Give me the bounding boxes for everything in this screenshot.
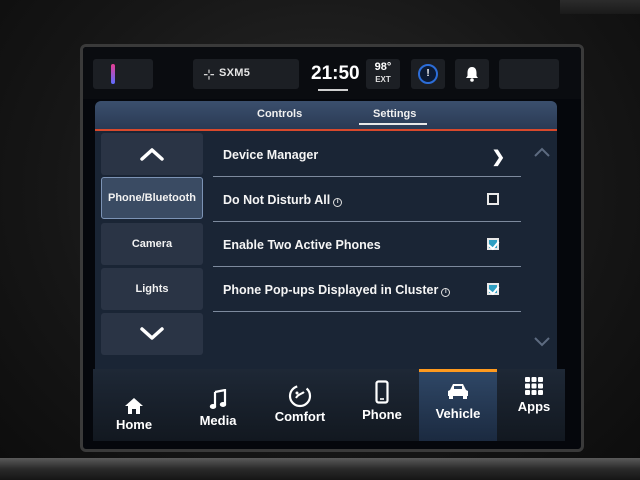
- nav-label: Vehicle: [435, 406, 481, 421]
- status-bar: ⊹ SXM5 21:50 98° EXT: [83, 47, 581, 99]
- audio-source-button[interactable]: ⊹ SXM5: [193, 59, 299, 89]
- settings-panel: Phone/Bluetooth Camera Lights Device Man…: [95, 131, 557, 383]
- dashboard-trim: [560, 0, 640, 14]
- chevron-down-icon: [140, 327, 164, 340]
- nav-vehicle[interactable]: Vehicle: [419, 369, 497, 441]
- setting-label: Do Not Disturb All i: [223, 193, 343, 207]
- settings-list: Device Manager ❯ Do Not Disturb All i Ena…: [213, 131, 523, 383]
- setting-row-phone-popups-cluster[interactable]: Phone Pop-ups Displayed in Cluster i: [213, 268, 521, 312]
- settings-category-list: Phone/Bluetooth Camera Lights: [101, 131, 203, 383]
- apps-grid-icon: [495, 375, 573, 397]
- setting-row-do-not-disturb-all[interactable]: Do Not Disturb All i: [213, 178, 521, 222]
- status-blank-slot: [499, 59, 559, 89]
- temperature-value: 98°: [374, 61, 392, 73]
- category-lights[interactable]: Lights: [101, 268, 203, 310]
- nav-label: Apps: [517, 399, 551, 414]
- clock: 21:50: [311, 63, 360, 84]
- nav-label: Media: [199, 413, 237, 428]
- setting-label: Enable Two Active Phones: [223, 238, 381, 252]
- nav-label: Phone: [362, 407, 402, 422]
- audio-source-label: SXM5: [219, 67, 251, 79]
- category-scroll-up-button[interactable]: [101, 133, 203, 175]
- list-scroll-up-icon[interactable]: [533, 145, 551, 159]
- nav-comfort[interactable]: Comfort: [261, 369, 339, 441]
- phone-icon: [343, 380, 421, 404]
- list-scroll-down-icon[interactable]: [533, 335, 551, 349]
- setting-label-text: Do Not Disturb All: [223, 193, 331, 207]
- chevron-right-icon: ❯: [491, 149, 505, 166]
- info-icon[interactable]: i: [441, 288, 451, 297]
- tab-settings[interactable]: Settings: [373, 108, 416, 120]
- setting-row-device-manager[interactable]: Device Manager ❯: [213, 133, 521, 177]
- nav-phone[interactable]: Phone: [343, 369, 421, 441]
- active-tab-indicator: [359, 123, 427, 125]
- do-not-disturb-checkbox[interactable]: [487, 193, 499, 205]
- home-icon: [95, 395, 173, 417]
- infotainment-screen: ⊹ SXM5 21:50 98° EXT Controls Settings: [80, 44, 584, 452]
- phone-popups-checkbox[interactable]: [487, 283, 499, 295]
- profile-button[interactable]: [93, 59, 153, 89]
- category-scroll-down-button[interactable]: [101, 313, 203, 355]
- temperature-unit: EXT: [375, 75, 391, 84]
- nav-label: Comfort: [274, 409, 326, 424]
- music-note-icon: [179, 389, 257, 411]
- category-phone-bluetooth[interactable]: Phone/Bluetooth: [101, 177, 203, 219]
- satellite-icon: ⊹: [203, 66, 215, 82]
- car-icon: [419, 380, 497, 402]
- nav-media[interactable]: Media: [179, 369, 257, 441]
- profile-indicator-icon: [111, 64, 115, 84]
- notifications-button[interactable]: [455, 59, 489, 89]
- ecall-icon: [418, 64, 438, 84]
- two-active-phones-checkbox[interactable]: [487, 238, 499, 250]
- chrome-trim-strip: [0, 458, 640, 480]
- tab-controls[interactable]: Controls: [257, 108, 302, 120]
- info-icon[interactable]: i: [333, 198, 343, 207]
- ecall-button[interactable]: [411, 59, 445, 89]
- outside-temperature: 98° EXT: [366, 59, 400, 89]
- setting-label: Phone Pop-ups Displayed in Cluster i: [223, 283, 451, 297]
- chevron-up-icon: [140, 148, 164, 161]
- setting-row-enable-two-active-phones[interactable]: Enable Two Active Phones: [213, 223, 521, 267]
- setting-label: Device Manager: [223, 148, 319, 162]
- category-camera[interactable]: Camera: [101, 223, 203, 265]
- settings-tab-bar: Controls Settings: [95, 101, 557, 131]
- setting-label-text: Phone Pop-ups Displayed in Cluster: [223, 283, 439, 297]
- bottom-navigation: Home Media Comfort Phone Vehicle Apps: [93, 369, 565, 441]
- nav-home[interactable]: Home: [95, 369, 173, 441]
- bell-icon: [466, 67, 478, 82]
- clock-underline: [318, 89, 348, 91]
- nav-label: Home: [115, 417, 153, 432]
- comfort-icon: [261, 384, 339, 408]
- nav-apps[interactable]: Apps: [495, 369, 573, 441]
